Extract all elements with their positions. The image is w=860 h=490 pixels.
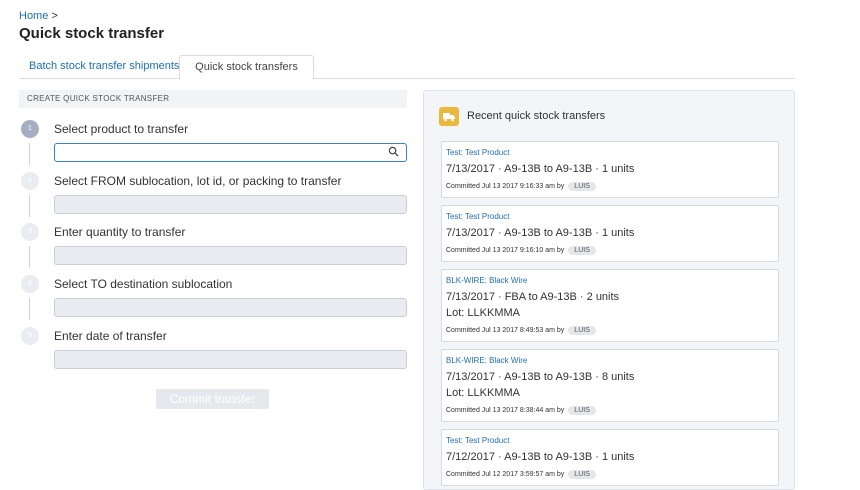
transfer-details: 7/13/2017 · A9-13B to A9-13B · 1 units	[446, 227, 635, 239]
to-sublocation-select[interactable]	[54, 298, 407, 317]
transfer-card: Test: Test Product 7/12/2017 · A9-13B to…	[441, 429, 779, 486]
user-badge: LUIS	[568, 182, 596, 191]
commit-text: Committed Jul 12 2017 3:59:57 am by	[446, 471, 565, 478]
transfer-date-input[interactable]	[54, 350, 407, 369]
transfer-details: 7/12/2017 · A9-13B to A9-13B · 1 units	[446, 451, 635, 463]
truck-icon	[439, 107, 459, 126]
step-5-label: Enter date of transfer	[54, 329, 167, 343]
step-1-number: 1	[21, 120, 39, 138]
breadcrumb: Home >	[19, 10, 58, 22]
commit-text: Committed Jul 13 2017 8:49:53 am by	[446, 327, 565, 334]
product-link[interactable]: BLK-WIRE: Black Wire	[446, 356, 527, 365]
transfer-details: 7/13/2017 · FBA to A9-13B · 2 units	[446, 291, 620, 303]
user-badge: LUIS	[568, 326, 596, 335]
step-2-label: Select FROM sublocation, lot id, or pack…	[54, 174, 342, 188]
transfer-details: 7/13/2017 · A9-13B to A9-13B · 8 units	[446, 371, 635, 383]
user-badge: LUIS	[568, 246, 596, 255]
breadcrumb-home-link[interactable]: Home	[19, 10, 48, 22]
user-badge: LUIS	[568, 406, 596, 415]
transfer-card: Test: Test Product 7/13/2017 · A9-13B to…	[441, 141, 779, 198]
from-sublocation-select[interactable]	[54, 195, 407, 214]
step-4-number: 4	[21, 275, 39, 293]
commit-info: Committed Jul 13 2017 9:16:10 am by LUIS	[446, 246, 596, 255]
tab-batch-stock-transfer-shipments[interactable]: Batch stock transfer shipments	[19, 55, 189, 79]
lot-info: Lot: LLKKMMA	[446, 307, 520, 319]
step-connector	[29, 246, 30, 268]
user-badge: LUIS	[568, 470, 596, 479]
commit-info: Committed Jul 12 2017 3:59:57 am by LUIS	[446, 470, 596, 479]
tab-quick-stock-transfers[interactable]: Quick stock transfers	[179, 55, 314, 80]
quantity-input[interactable]	[54, 246, 407, 265]
lot-info: Lot: LLKKMMA	[446, 387, 520, 399]
transfer-details: 7/13/2017 · A9-13B to A9-13B · 1 units	[446, 163, 635, 175]
step-connector	[29, 195, 30, 217]
transfer-card: BLK-WIRE: Black Wire 7/13/2017 · FBA to …	[441, 269, 779, 342]
commit-text: Committed Jul 13 2017 8:38:44 am by	[446, 407, 565, 414]
tab-bar: Batch stock transfer shipments Quick sto…	[19, 55, 795, 80]
step-5-number: 5	[21, 327, 39, 345]
product-link[interactable]: Test: Test Product	[446, 148, 509, 157]
page-title: Quick stock transfer	[19, 25, 165, 42]
step-3-label: Enter quantity to transfer	[54, 225, 186, 239]
product-search-input[interactable]	[54, 143, 407, 162]
transfer-card: Test: Test Product 7/13/2017 · A9-13B to…	[441, 205, 779, 262]
step-1-label: Select product to transfer	[54, 122, 189, 136]
transfer-card: BLK-WIRE: Black Wire 7/13/2017 · A9-13B …	[441, 349, 779, 422]
commit-transfer-button[interactable]: Commit transfer	[156, 389, 269, 409]
commit-info: Committed Jul 13 2017 8:49:53 am by LUIS	[446, 326, 596, 335]
commit-text: Committed Jul 13 2017 9:16:10 am by	[446, 247, 565, 254]
step-connector	[29, 143, 30, 165]
commit-text: Committed Jul 13 2017 9:16:33 am by	[446, 183, 565, 190]
step-4-label: Select TO destination sublocation	[54, 277, 233, 291]
recent-transfers-title: Recent quick stock transfers	[467, 110, 606, 122]
create-transfer-header: CREATE QUICK STOCK TRANSFER	[19, 90, 407, 108]
step-connector	[29, 298, 30, 320]
breadcrumb-separator: >	[51, 10, 58, 22]
commit-info: Committed Jul 13 2017 9:16:33 am by LUIS	[446, 182, 596, 191]
product-link[interactable]: Test: Test Product	[446, 212, 509, 221]
search-icon	[388, 146, 399, 157]
step-3-number: 3	[21, 223, 39, 241]
product-link[interactable]: Test: Test Product	[446, 436, 509, 445]
recent-transfers-panel: Recent quick stock transfers Test: Test …	[423, 90, 795, 490]
product-link[interactable]: BLK-WIRE: Black Wire	[446, 276, 527, 285]
commit-info: Committed Jul 13 2017 8:38:44 am by LUIS	[446, 406, 596, 415]
step-2-number: 2	[21, 172, 39, 190]
